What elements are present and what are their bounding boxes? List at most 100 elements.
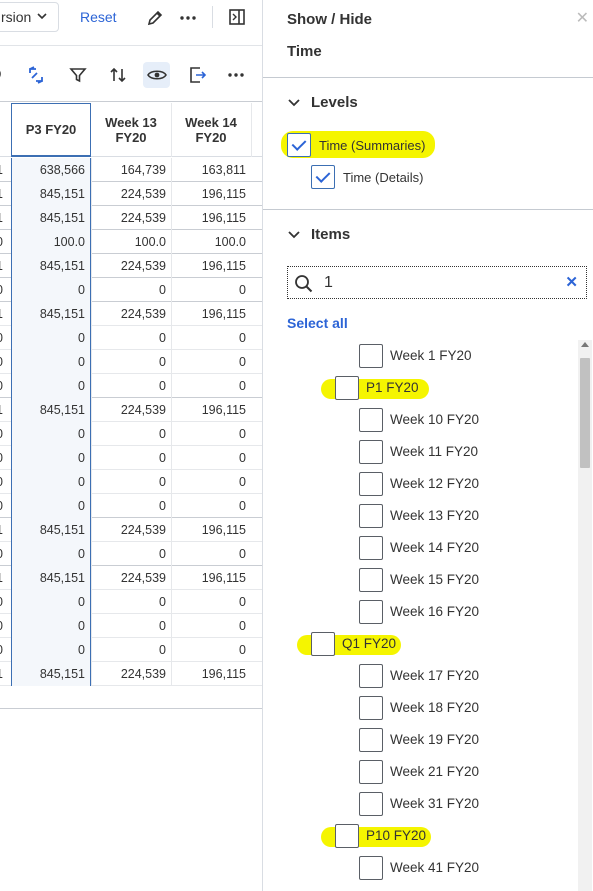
- table-cell[interactable]: 1: [0, 518, 8, 542]
- table-cell[interactable]: 0: [0, 470, 8, 494]
- table-cell[interactable]: 0: [11, 326, 91, 350]
- table-cell[interactable]: 0: [11, 614, 91, 638]
- table-cell[interactable]: 0: [171, 470, 251, 494]
- table-cell[interactable]: 0: [91, 350, 171, 374]
- table-cell[interactable]: 100.0: [91, 230, 171, 254]
- table-cell[interactable]: 0: [11, 494, 91, 518]
- item-checkbox[interactable]: [335, 376, 359, 400]
- close-icon[interactable]: ✕: [576, 8, 589, 28]
- table-cell[interactable]: 224,539: [91, 206, 171, 230]
- table-cell[interactable]: 0: [0, 494, 8, 518]
- table-cell[interactable]: 0: [171, 374, 251, 398]
- table-cell[interactable]: 100.0: [11, 230, 91, 254]
- table-cell[interactable]: 0: [171, 590, 251, 614]
- level-checkbox-details[interactable]: [311, 165, 335, 189]
- item-checkbox[interactable]: [359, 344, 383, 368]
- table-cell[interactable]: 0: [11, 350, 91, 374]
- table-cell[interactable]: 0: [11, 278, 91, 302]
- table-cell[interactable]: 0: [91, 494, 171, 518]
- table-cell[interactable]: 196,115: [171, 398, 251, 422]
- table-cell[interactable]: 0: [0, 350, 8, 374]
- item-checkbox[interactable]: [359, 600, 383, 624]
- table-cell[interactable]: 0: [11, 542, 91, 566]
- item-checkbox[interactable]: [359, 440, 383, 464]
- table-cell[interactable]: 0: [11, 470, 91, 494]
- items-section-toggle[interactable]: Items: [287, 226, 350, 243]
- items-search-input[interactable]: 1 ✕: [287, 266, 587, 299]
- table-cell[interactable]: 0: [0, 638, 8, 662]
- grid-more-icon[interactable]: [224, 63, 248, 87]
- export-icon[interactable]: [185, 63, 209, 87]
- table-cell[interactable]: 0: [91, 446, 171, 470]
- table-cell[interactable]: 164,739: [91, 158, 171, 182]
- item-checkbox[interactable]: [359, 760, 383, 784]
- table-cell[interactable]: 0: [91, 614, 171, 638]
- item-checkbox[interactable]: [359, 536, 383, 560]
- items-scrollbar[interactable]: [578, 340, 592, 891]
- scroll-up-arrow[interactable]: [581, 342, 589, 347]
- item-checkbox[interactable]: [359, 664, 383, 688]
- table-cell[interactable]: 845,151: [11, 398, 91, 422]
- table-cell[interactable]: 0: [171, 326, 251, 350]
- toggle-panel-icon[interactable]: [226, 6, 248, 28]
- level-checkbox-summaries[interactable]: [287, 133, 311, 157]
- table-cell[interactable]: 1: [0, 254, 8, 278]
- table-cell[interactable]: 1: [0, 158, 8, 182]
- table-cell[interactable]: 0: [91, 422, 171, 446]
- table-cell[interactable]: 1: [0, 182, 8, 206]
- table-cell[interactable]: 845,151: [11, 182, 91, 206]
- table-cell[interactable]: 0: [91, 638, 171, 662]
- reset-button[interactable]: Reset: [80, 9, 117, 25]
- pencil-icon[interactable]: [144, 7, 166, 29]
- table-cell[interactable]: 224,539: [91, 254, 171, 278]
- table-cell[interactable]: 0: [91, 542, 171, 566]
- table-cell[interactable]: 1: [0, 398, 8, 422]
- item-checkbox[interactable]: [359, 792, 383, 816]
- table-cell[interactable]: 0: [11, 422, 91, 446]
- column-header-week13[interactable]: Week 13 FY20: [91, 103, 171, 157]
- table-cell[interactable]: 845,151: [11, 206, 91, 230]
- table-cell[interactable]: 0: [0, 422, 8, 446]
- table-cell[interactable]: 0: [0, 590, 8, 614]
- table-cell[interactable]: 638,566: [11, 158, 91, 182]
- table-cell[interactable]: 0: [11, 590, 91, 614]
- table-cell[interactable]: 845,151: [11, 302, 91, 326]
- table-cell[interactable]: 224,539: [91, 518, 171, 542]
- filter-icon[interactable]: [66, 63, 90, 87]
- table-cell[interactable]: 0: [11, 374, 91, 398]
- table-cell[interactable]: 0: [91, 374, 171, 398]
- table-cell[interactable]: 1: [0, 566, 8, 590]
- more-options-icon[interactable]: [176, 7, 200, 29]
- version-select[interactable]: rsion: [0, 2, 59, 32]
- levels-section-toggle[interactable]: Levels: [287, 94, 358, 111]
- item-checkbox[interactable]: [359, 728, 383, 752]
- sort-icon[interactable]: [106, 63, 130, 87]
- table-cell[interactable]: 0: [171, 446, 251, 470]
- item-checkbox[interactable]: [359, 408, 383, 432]
- item-checkbox[interactable]: [359, 472, 383, 496]
- table-cell[interactable]: 845,151: [11, 518, 91, 542]
- table-cell[interactable]: 845,151: [11, 662, 91, 686]
- table-cell[interactable]: 0: [0, 374, 8, 398]
- table-cell[interactable]: 0: [0, 446, 8, 470]
- item-checkbox[interactable]: [359, 856, 383, 880]
- item-checkbox[interactable]: [359, 504, 383, 528]
- table-cell[interactable]: 0: [0, 542, 8, 566]
- table-cell[interactable]: 224,539: [91, 302, 171, 326]
- table-cell[interactable]: 0: [11, 638, 91, 662]
- table-cell[interactable]: 0: [0, 326, 8, 350]
- table-cell[interactable]: 845,151: [11, 566, 91, 590]
- table-cell[interactable]: 224,539: [91, 662, 171, 686]
- table-cell[interactable]: 0: [171, 350, 251, 374]
- scrollbar-thumb[interactable]: [580, 358, 590, 468]
- table-cell[interactable]: 0: [91, 470, 171, 494]
- table-cell[interactable]: 163,811: [171, 158, 251, 182]
- table-cell[interactable]: 0: [0, 278, 8, 302]
- table-cell[interactable]: 196,115: [171, 182, 251, 206]
- table-cell[interactable]: 0: [0, 614, 8, 638]
- table-cell[interactable]: 845,151: [11, 254, 91, 278]
- item-checkbox[interactable]: [311, 632, 335, 656]
- table-cell[interactable]: 0: [171, 494, 251, 518]
- table-cell[interactable]: 100.0: [171, 230, 251, 254]
- undo-icon[interactable]: [0, 63, 8, 85]
